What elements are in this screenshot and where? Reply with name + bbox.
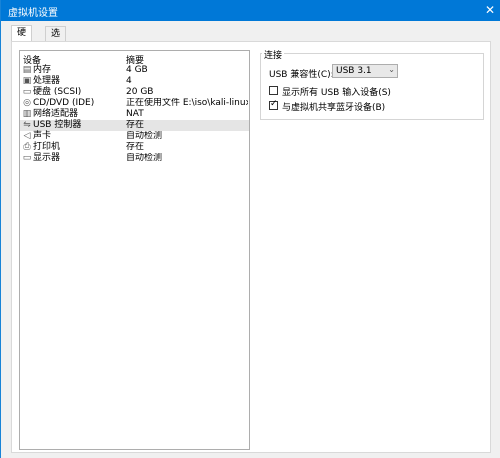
share-bluetooth-checkbox[interactable]: ✓ xyxy=(269,99,278,110)
device-summary: NAT xyxy=(126,109,144,119)
device-name: 处理器 xyxy=(33,76,61,86)
device-row-cdrom[interactable]: ◎ CD/DVD (IDE) 正在使用文件 E:\iso\kali-linux-… xyxy=(20,98,249,109)
usb-compat-label: USB 兼容性(C): xyxy=(269,70,334,80)
printer-icon: ⎙ xyxy=(23,142,31,152)
close-icon[interactable]: ✕ xyxy=(485,3,495,17)
show-all-usb-checkbox[interactable] xyxy=(269,86,278,95)
device-summary: 4 GB xyxy=(126,65,148,75)
share-bluetooth-label[interactable]: 与虚拟机共享蓝牙设备(B) xyxy=(282,100,385,113)
display-icon: ▭ xyxy=(22,153,32,163)
device-row-usb[interactable]: ⇋ USB 控制器 存在 xyxy=(20,120,249,131)
device-row-network[interactable]: ▥ 网络适配器 NAT xyxy=(20,109,249,120)
device-list-header: 设备 摘要 xyxy=(20,51,249,66)
processor-icon: ▣ xyxy=(22,76,32,86)
device-summary: 自动检测 xyxy=(126,153,163,163)
check-icon: ✓ xyxy=(270,99,278,109)
device-row-processor[interactable]: ▣ 处理器 4 xyxy=(20,76,249,87)
device-row-memory[interactable]: ▤ 内存 4 GB xyxy=(20,65,249,76)
connection-group-title: 连接 xyxy=(262,48,285,61)
harddisk-icon: ▭ xyxy=(22,87,32,97)
device-summary: 存在 xyxy=(126,142,145,152)
usb-compat-select[interactable]: USB 3.1 ⌄ xyxy=(332,64,398,78)
network-icon: ▥ xyxy=(22,109,32,119)
device-name: 声卡 xyxy=(33,131,52,141)
device-summary: 自动检测 xyxy=(126,131,163,141)
device-summary: 20 GB xyxy=(126,87,154,97)
device-summary: 存在 xyxy=(126,120,145,130)
device-row-printer[interactable]: ⎙ 打印机 存在 xyxy=(20,142,249,153)
device-name: 硬盘 (SCSI) xyxy=(33,87,82,97)
usb-compat-value: USB 3.1 xyxy=(336,66,372,76)
device-name: 网络适配器 xyxy=(33,109,79,119)
device-row-harddisk[interactable]: ▭ 硬盘 (SCSI) 20 GB xyxy=(20,87,249,98)
memory-icon: ▤ xyxy=(22,65,32,75)
window-title: 虚拟机设置 xyxy=(8,8,58,19)
sound-icon: ◁ xyxy=(23,131,31,141)
title-bar[interactable]: 虚拟机设置 ✕ xyxy=(1,0,500,21)
device-name: CD/DVD (IDE) xyxy=(33,98,95,108)
device-summary: 4 xyxy=(126,76,132,86)
chevron-down-icon: ⌄ xyxy=(388,65,395,74)
show-all-usb-label[interactable]: 显示所有 USB 输入设备(S) xyxy=(282,85,391,98)
device-name: USB 控制器 xyxy=(33,120,82,130)
device-row-sound[interactable]: ◁ 声卡 自动检测 xyxy=(20,131,249,142)
device-list[interactable]: 设备 摘要 ▤ 内存 4 GB ▣ 处理器 4 ▭ 硬盘 (SCSI) 20 G… xyxy=(19,50,250,450)
device-name: 内存 xyxy=(33,65,52,75)
usb-icon: ⇋ xyxy=(23,120,31,130)
vm-settings-dialog: 虚拟机设置 ✕ 硬件 选项 设备 摘要 ▤ 内存 4 GB ▣ 处理器 4 ▭ … xyxy=(0,0,500,458)
tab-options[interactable]: 选项 xyxy=(45,26,67,54)
device-row-display[interactable]: ▭ 显示器 自动检测 xyxy=(20,153,249,164)
cdrom-icon: ◎ xyxy=(23,98,31,108)
device-summary: 正在使用文件 E:\iso\kali-linux-... xyxy=(126,98,248,108)
device-name: 显示器 xyxy=(33,153,61,163)
device-name: 打印机 xyxy=(33,142,61,152)
